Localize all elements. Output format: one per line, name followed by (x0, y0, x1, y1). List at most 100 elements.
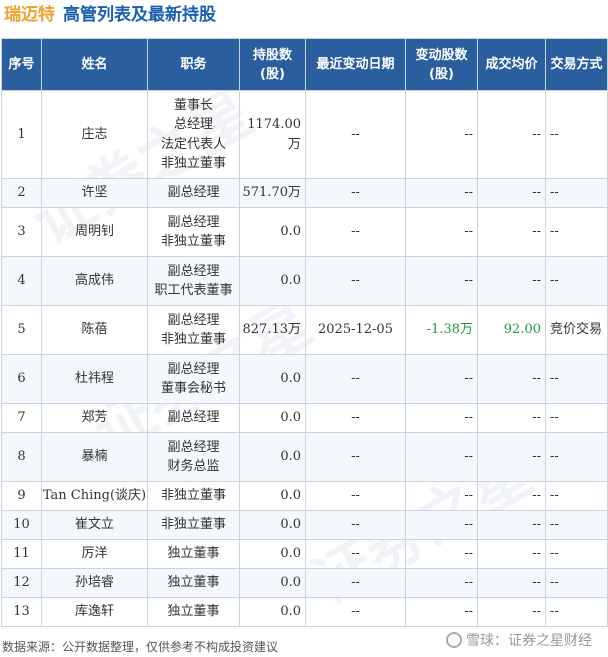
change-date-cell: -- (305, 178, 406, 208)
change-shares-cell: -- (405, 403, 478, 433)
roles-cell: 独立董事 (147, 539, 240, 569)
table-row: 10 崔文立 非独立董事 0.0 -- -- -- -- (1, 510, 608, 540)
brand-text: 雪球：证券之星财经 (466, 633, 592, 649)
change-date-cell: -- (305, 510, 406, 540)
table-body: 1 庄志 董事长 总经理 法定代表人 非独立董事 1174.00万 -- -- -- -- 2 许坚 副总… (1, 90, 608, 627)
roles-cell: 副总经理 (147, 403, 240, 433)
role-line: 副总经理 (167, 439, 220, 455)
change-shares-cell: -1.38万 (405, 305, 478, 355)
name-cell: 郑芳 (41, 403, 148, 433)
change-date-cell: -- (305, 539, 406, 569)
name-cell: 庄志 (41, 90, 148, 179)
change-shares-cell: -- (405, 539, 478, 569)
column-header: 最近变动日期 (305, 38, 406, 91)
role-line: 非独立董事 (160, 156, 226, 171)
role-line: 独立董事 (167, 604, 220, 620)
trade-method-cell: -- (545, 256, 608, 306)
roles-cell: 非独立董事 (147, 481, 240, 511)
name-cell: 许坚 (41, 178, 148, 208)
shares-cell: 0.0 (239, 256, 306, 306)
change-shares-cell: -- (405, 568, 478, 598)
roles-cell: 副总经理 (147, 178, 240, 208)
name-cell: 周明钊 (41, 207, 148, 257)
shares-cell: 827.13万 (239, 305, 306, 355)
shares-cell: 0.0 (239, 432, 306, 482)
row-number-cell: 12 (1, 568, 42, 598)
avg-price-cell: -- (477, 207, 546, 257)
shares-cell: 0.0 (239, 354, 306, 404)
name-cell: 陈蓓 (41, 305, 148, 355)
change-shares-cell: -- (405, 597, 478, 627)
column-header: 交易方式 (545, 38, 608, 91)
table-row: 13 库逸轩 独立董事 0.0 -- -- -- -- (1, 597, 608, 627)
trade-method-cell: -- (545, 354, 608, 404)
avg-price-cell: -- (477, 256, 546, 306)
role-line: 副总经理 (167, 263, 220, 279)
table-row: 9 Tan Ching(谈庆) 非独立董事 0.0 -- -- -- -- (1, 481, 608, 511)
name-cell: 厉洋 (41, 539, 148, 569)
row-number-cell: 4 (1, 256, 42, 306)
shares-cell: 0.0 (239, 539, 306, 569)
row-number-cell: 8 (1, 432, 42, 482)
role-line: 财务总监 (167, 459, 220, 474)
role-line: 非独立董事 (160, 517, 226, 533)
table-row: 3 周明钊 副总经理 非独立董事 0.0 -- -- -- -- (1, 207, 608, 257)
avg-price-cell: -- (477, 539, 546, 569)
role-line: 非独立董事 (160, 332, 226, 347)
name-cell: 孙培睿 (41, 568, 148, 598)
name-cell: 暴楠 (41, 432, 148, 482)
row-number-cell: 10 (1, 510, 42, 540)
change-date-cell: -- (305, 90, 406, 179)
avg-price-cell: -- (477, 178, 546, 208)
role-line: 独立董事 (167, 575, 220, 591)
row-number-cell: 2 (1, 178, 42, 208)
name-cell: 高成伟 (41, 256, 148, 306)
executive-table: 序号 姓名 职务 持股数 (股) 最近变动日期 变动股数 (股) 成交均价 交易方式 1 庄志 董事长… (1, 38, 608, 627)
row-number-cell: 9 (1, 481, 42, 511)
row-number-cell: 13 (1, 597, 42, 627)
roles-cell: 副总经理 非独立董事 (147, 207, 240, 257)
column-header: 持股数 (股) (239, 38, 306, 91)
data-source-note: 数据来源：公开数据整理，仅供参考不构成投资建议 (2, 640, 279, 654)
role-line: 副总经理 (167, 410, 220, 426)
roles-cell: 副总经理 董事会秘书 (147, 354, 240, 404)
avg-price-cell: 92.00 (477, 305, 546, 355)
change-date-cell: 2025-12-05 (305, 305, 406, 355)
role-line: 副总经理 (167, 361, 220, 377)
shares-cell: 0.0 (239, 597, 306, 627)
trade-method-cell: -- (545, 403, 608, 433)
change-date-cell: -- (305, 597, 406, 627)
row-number-cell: 11 (1, 539, 42, 569)
table-row: 8 暴楠 副总经理 财务总监 0.0 -- -- -- -- (1, 432, 608, 482)
table-row: 5 陈蓓 副总经理 非独立董事 827.13万 2025-12-05 -1.38万 92.00… (1, 305, 608, 355)
table-row: 12 孙培睿 独立董事 0.0 -- -- -- -- (1, 568, 608, 598)
roles-cell: 非独立董事 (147, 510, 240, 540)
shares-cell: 571.70万 (239, 178, 306, 208)
role-line: 董事会秘书 (160, 381, 226, 396)
shares-cell: 0.0 (239, 207, 306, 257)
table-row: 11 厉洋 独立董事 0.0 -- -- -- -- (1, 539, 608, 569)
row-number-cell: 7 (1, 403, 42, 433)
change-date-cell: -- (305, 403, 406, 433)
column-header: 变动股数 (股) (405, 38, 478, 91)
roles-cell: 副总经理职工代表董事 (147, 256, 240, 306)
change-date-cell: -- (305, 432, 406, 482)
avg-price-cell: -- (477, 510, 546, 540)
roles-cell: 独立董事 (147, 568, 240, 598)
trade-method-cell: -- (545, 510, 608, 540)
row-number-cell: 1 (1, 90, 42, 179)
change-date-cell: -- (305, 481, 406, 511)
trade-method-cell: -- (545, 597, 608, 627)
role-line: 职工代表董事 (154, 283, 233, 298)
role-line: 法定代表人 (160, 136, 226, 152)
shares-cell: 0.0 (239, 568, 306, 598)
roles-cell: 副总经理 财务总监 (147, 432, 240, 482)
name-cell: 崔文立 (41, 510, 148, 540)
role-line: 董事长 (173, 97, 213, 113)
column-header: 姓名 (41, 38, 148, 91)
avg-price-cell: -- (477, 90, 546, 179)
role-line: 副总经理 (167, 185, 220, 201)
brand-mark: 雪球：证券之星财经 (446, 630, 592, 650)
column-header: 职务 (147, 38, 240, 91)
row-number-cell: 5 (1, 305, 42, 355)
